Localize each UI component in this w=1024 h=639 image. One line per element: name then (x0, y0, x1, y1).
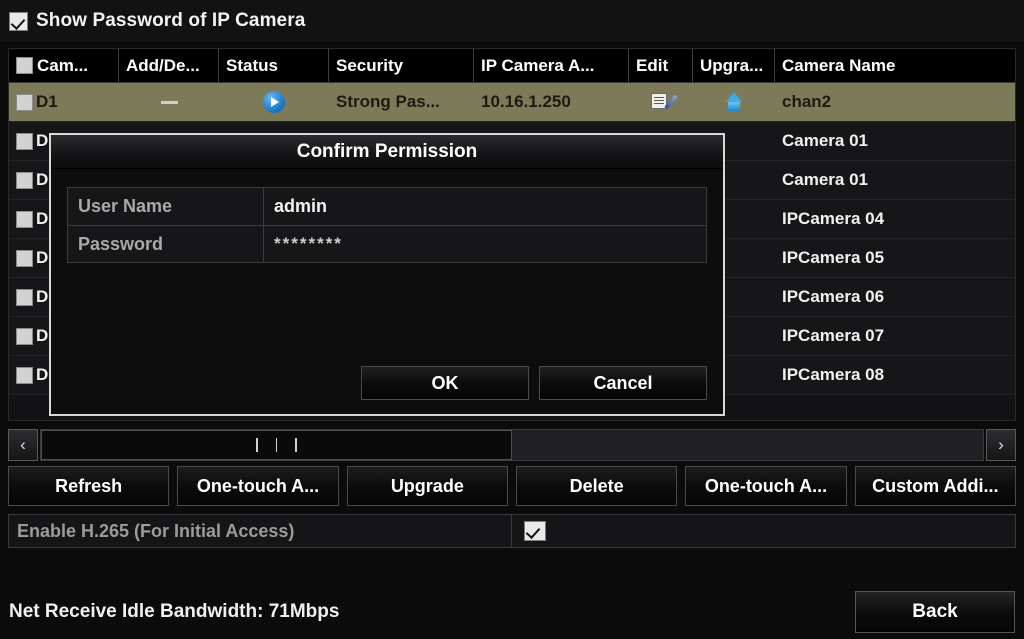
row-security-cell: Strong Pas... (329, 83, 474, 121)
scroll-right-arrow-icon[interactable]: › (986, 429, 1016, 461)
row-camera-name-label: IPCamera 04 (782, 209, 885, 228)
scrollbar-thumb[interactable] (41, 430, 512, 460)
upgrade-button[interactable]: Upgrade (346, 466, 508, 506)
table-header-row: Cam... Add/De... Status Security IP Came… (9, 49, 1015, 83)
scrollbar-track[interactable] (40, 429, 984, 461)
row-channel-label: D (36, 170, 49, 189)
dialog-cancel-button[interactable]: Cancel (539, 366, 707, 400)
row-checkbox[interactable] (16, 327, 33, 345)
show-password-label: Show Password of IP Camera (36, 10, 306, 31)
row-camera-name-cell: IPCamera 06 (775, 278, 1015, 316)
row-checkbox[interactable] (16, 288, 33, 306)
dialog-button-row: OK Cancel (51, 366, 723, 400)
horizontal-scrollbar[interactable]: ‹ › (8, 428, 1016, 462)
delete-button[interactable]: Delete (515, 466, 678, 506)
action-toolbar: Refresh One-touch A... Upgrade Delete On… (8, 466, 1016, 508)
dialog-body: User Name admin Password ******** (51, 169, 723, 263)
column-header-camera-name[interactable]: Camera Name (775, 49, 1015, 82)
column-header-camera-label: Cam... (37, 55, 89, 75)
row-camera-name-cell: Camera 01 (775, 161, 1015, 199)
row-ip-label: 10.16.1.250 (481, 92, 571, 111)
user-name-field[interactable]: admin (264, 188, 706, 225)
row-channel-label: D (36, 209, 49, 228)
column-header-ip-label: IP Camera A... (481, 55, 595, 75)
dialog-title: Confirm Permission (51, 135, 723, 169)
row-channel-label: D1 (36, 92, 58, 111)
row-camera-name-label: IPCamera 08 (782, 365, 885, 384)
column-header-status-label: Status (226, 55, 278, 75)
upgrade-icon[interactable] (723, 92, 745, 112)
table-row[interactable]: D1 Strong Pas... 10.16.1.250 chan2 (9, 83, 1015, 122)
row-camera-name-label: Camera 01 (782, 131, 869, 150)
row-camera-cell[interactable]: D1 (9, 83, 119, 121)
dash-icon (160, 100, 178, 104)
user-name-label: User Name (68, 188, 264, 225)
row-channel-label: D (36, 365, 49, 384)
refresh-button[interactable]: Refresh (8, 466, 170, 506)
column-header-security[interactable]: Security (329, 49, 474, 82)
row-checkbox[interactable] (16, 132, 33, 150)
row-checkbox[interactable] (16, 249, 33, 267)
row-checkbox[interactable] (16, 171, 33, 189)
password-label: Password (68, 226, 264, 262)
row-camera-name-label: IPCamera 05 (782, 248, 885, 267)
play-icon[interactable] (263, 91, 285, 113)
column-header-edit-label: Edit (636, 55, 669, 75)
row-channel-label: D (36, 131, 49, 150)
edit-icon[interactable] (650, 92, 678, 112)
row-camera-name-cell: IPCamera 04 (775, 200, 1015, 238)
row-add-delete-cell[interactable] (119, 83, 219, 121)
row-checkbox[interactable] (16, 366, 33, 384)
row-camera-name-label: chan2 (782, 92, 832, 111)
password-row: Password ******** (67, 225, 707, 263)
show-password-row: Show Password of IP Camera (0, 0, 1024, 42)
show-password-checkbox[interactable] (9, 11, 28, 31)
footer: Net Receive Idle Bandwidth: 71Mbps Back (0, 587, 1024, 639)
column-header-upgrade[interactable]: Upgra... (693, 49, 775, 82)
row-status-cell[interactable] (219, 83, 329, 121)
custom-adding-button[interactable]: Custom Addi... (854, 466, 1016, 506)
scroll-left-arrow-icon[interactable]: ‹ (8, 429, 38, 461)
user-name-row: User Name admin (67, 187, 707, 225)
column-header-camera[interactable]: Cam... (9, 49, 119, 82)
password-field[interactable]: ******** (264, 226, 706, 262)
enable-h265-value-cell[interactable] (512, 515, 1015, 547)
column-header-status[interactable]: Status (219, 49, 329, 82)
one-touch-adding-button[interactable]: One-touch A... (685, 466, 847, 506)
dialog-ok-button[interactable]: OK (361, 366, 529, 400)
row-camera-name-label: Camera 01 (782, 170, 869, 189)
row-checkbox[interactable] (16, 210, 33, 228)
row-ip-cell: 10.16.1.250 (474, 83, 629, 121)
column-header-camera-name-label: Camera Name (782, 55, 896, 75)
confirm-permission-dialog: Confirm Permission User Name admin Passw… (49, 133, 725, 416)
row-camera-name-cell: chan2 (775, 83, 1015, 121)
row-camera-name-cell: Camera 01 (775, 122, 1015, 160)
column-header-upgrade-label: Upgra... (700, 55, 764, 75)
column-header-security-label: Security (336, 55, 404, 75)
row-channel-label: D (36, 326, 49, 345)
row-checkbox[interactable] (16, 93, 33, 111)
enable-h265-checkbox[interactable] (524, 521, 546, 541)
back-button[interactable]: Back (855, 591, 1015, 633)
row-channel-label: D (36, 287, 49, 306)
row-camera-name-label: IPCamera 06 (782, 287, 885, 306)
row-upgrade-cell[interactable] (693, 83, 775, 121)
row-camera-name-cell: IPCamera 08 (775, 356, 1015, 394)
row-channel-label: D (36, 248, 49, 267)
select-all-checkbox[interactable] (16, 57, 33, 74)
one-touch-activate-button[interactable]: One-touch A... (177, 466, 339, 506)
column-header-edit[interactable]: Edit (629, 49, 693, 82)
row-edit-cell[interactable] (629, 83, 693, 121)
column-header-add-delete[interactable]: Add/De... (119, 49, 219, 82)
net-bandwidth-label: Net Receive Idle Bandwidth: 71Mbps (9, 601, 340, 622)
row-camera-name-cell: IPCamera 05 (775, 239, 1015, 277)
column-header-ip-camera-address[interactable]: IP Camera A... (474, 49, 629, 82)
row-camera-name-cell: IPCamera 07 (775, 317, 1015, 355)
enable-h265-row: Enable H.265 (For Initial Access) (8, 514, 1016, 548)
row-security-label: Strong Pas... (336, 92, 440, 111)
column-header-add-delete-label: Add/De... (126, 55, 200, 75)
row-camera-name-label: IPCamera 07 (782, 326, 885, 345)
enable-h265-label: Enable H.265 (For Initial Access) (9, 515, 512, 547)
